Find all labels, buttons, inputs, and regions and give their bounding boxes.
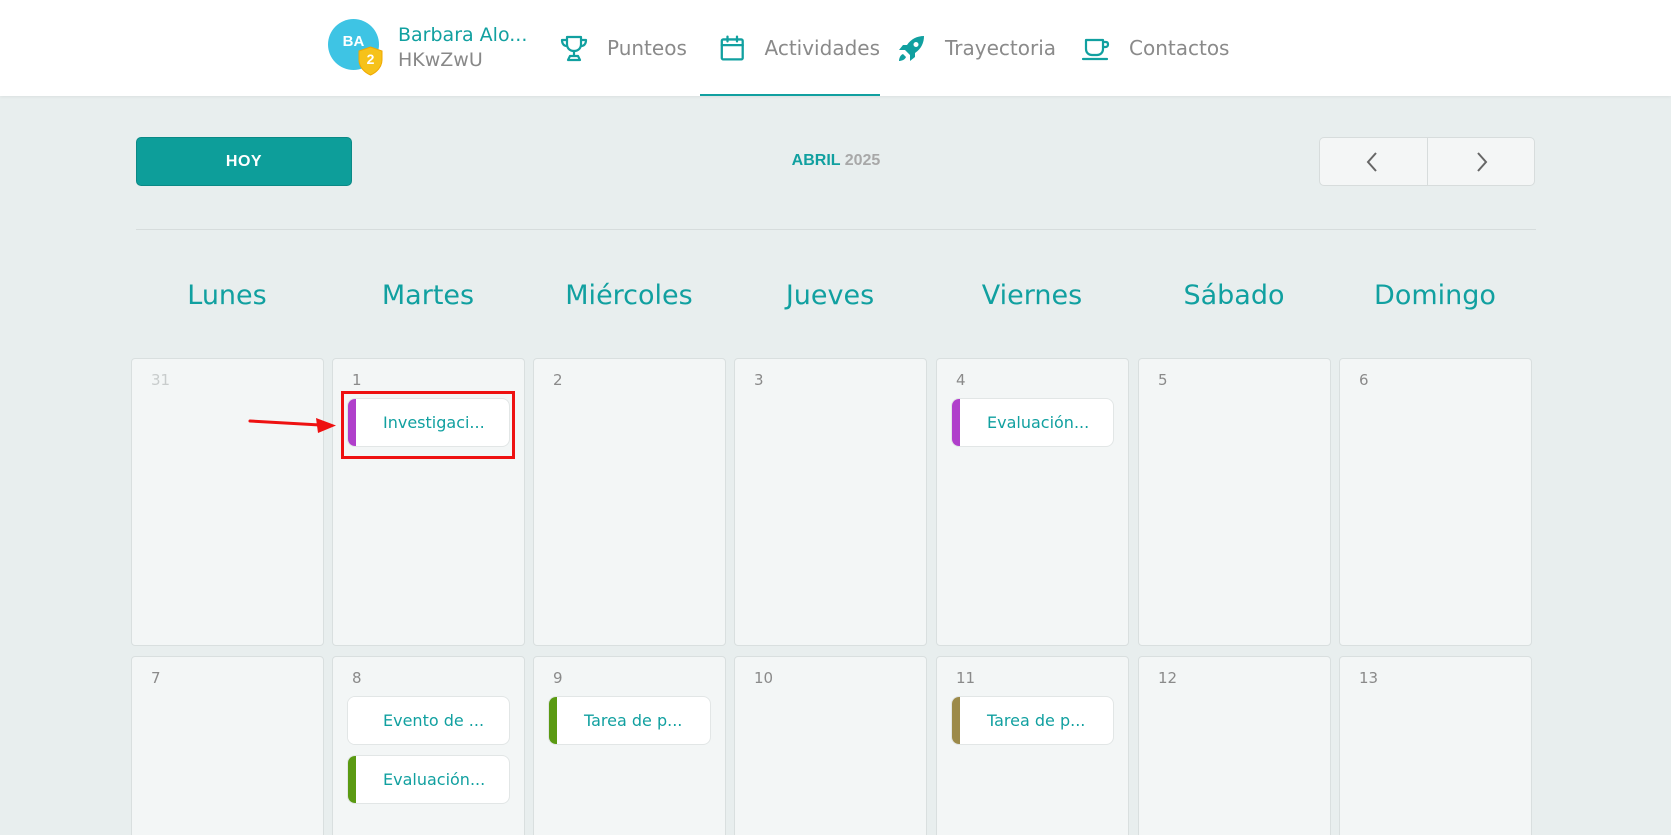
calendar-day-cell[interactable]: 12 <box>1138 656 1331 835</box>
rocket-icon <box>899 36 924 61</box>
nav-item-trayectoria[interactable]: Trayectoria <box>897 0 1056 96</box>
calendar-day-cell[interactable]: 31 <box>131 358 324 646</box>
event-color-bar <box>348 756 356 803</box>
day-number: 31 <box>151 371 171 389</box>
day-number: 13 <box>1359 669 1379 687</box>
arrow-right-icon <box>248 418 336 433</box>
event-color-bar <box>348 697 356 744</box>
calendar-day-cell[interactable]: 10 <box>734 656 927 835</box>
event-color-bar <box>549 697 557 744</box>
top-navigation-bar: BA 2 Barbara Alo... HKwZwU Punteos Activ… <box>0 0 1671 96</box>
nav-item-contactos[interactable]: Contactos <box>1081 0 1229 96</box>
weekday-label: Viernes <box>981 280 1083 311</box>
calendar-event[interactable]: Evaluación... <box>951 398 1114 447</box>
weekday-label: Lunes <box>187 280 267 311</box>
event-label: Evaluación... <box>383 770 486 789</box>
profile-name[interactable]: Barbara Alo... <box>398 24 527 46</box>
calendar-day-cell[interactable]: 7 <box>131 656 324 835</box>
day-number: 6 <box>1359 371 1369 389</box>
calendar-day-cell[interactable]: 4 Evaluación... <box>936 358 1129 646</box>
weekday-label: Miércoles <box>565 280 693 311</box>
nav-item-punteos[interactable]: Punteos <box>559 0 687 96</box>
month-pager <box>1319 137 1535 186</box>
event-label: Evento de ... <box>383 711 485 730</box>
event-label: Evaluación... <box>987 413 1090 432</box>
day-number: 8 <box>352 669 362 687</box>
calendar-day-cell[interactable]: 9 Tarea de p... <box>533 656 726 835</box>
calendar-event[interactable]: Evento de ... <box>347 696 510 745</box>
calendar-event[interactable]: Tarea de p... <box>548 696 711 745</box>
next-month-button[interactable] <box>1426 138 1535 185</box>
calendar-day-cell[interactable]: 2 <box>533 358 726 646</box>
day-number: 5 <box>1158 371 1168 389</box>
chevron-right-icon <box>1477 151 1488 172</box>
coffee-cup-icon <box>1081 38 1110 61</box>
day-number: 12 <box>1158 669 1178 687</box>
weekday-label: Sábado <box>1183 280 1285 311</box>
event-color-bar <box>952 399 960 446</box>
trophy-icon <box>560 35 588 62</box>
level-number: 2 <box>366 51 375 67</box>
profile-code: HKwZwU <box>398 49 483 71</box>
day-number: 3 <box>754 371 764 389</box>
nav-item-actividades[interactable]: Actividades <box>700 0 880 96</box>
current-month-label: ABRIL 2025 <box>736 152 936 170</box>
weekday-label: Martes <box>381 280 475 311</box>
nav-label: Actividades <box>764 36 881 60</box>
day-number: 9 <box>553 669 563 687</box>
nav-label: Punteos <box>607 36 687 60</box>
day-number: 1 <box>352 371 362 389</box>
calendar-day-cell[interactable]: 8 Evento de ... Evaluación... <box>332 656 525 835</box>
event-color-bar <box>952 697 960 744</box>
highlight-box <box>341 391 515 459</box>
day-number: 10 <box>754 669 774 687</box>
calendar-icon <box>720 35 744 61</box>
calendar-day-cell[interactable]: 3 <box>734 358 927 646</box>
event-label: Tarea de p... <box>987 711 1086 730</box>
previous-month-button[interactable] <box>1320 138 1427 185</box>
calendar-day-cell[interactable]: 6 <box>1339 358 1532 646</box>
nav-label: Trayectoria <box>945 36 1057 60</box>
calendar-event[interactable]: Tarea de p... <box>951 696 1114 745</box>
month-year: 2025 <box>844 152 881 169</box>
day-number: 7 <box>151 669 161 687</box>
month-name: ABRIL <box>791 152 841 169</box>
weekday-label: Domingo <box>1374 280 1496 311</box>
calendar-day-cell[interactable]: 13 <box>1339 656 1532 835</box>
nav-label: Contactos <box>1129 36 1230 60</box>
calendar-event[interactable]: Evaluación... <box>347 755 510 804</box>
day-number: 11 <box>956 669 976 687</box>
today-button[interactable]: HOY <box>136 137 352 186</box>
chevron-left-icon <box>1366 151 1377 172</box>
calendar-day-cell[interactable]: 5 <box>1138 358 1331 646</box>
level-badge: 2 <box>357 46 384 76</box>
event-label: Tarea de p... <box>584 711 683 730</box>
toolbar-divider <box>136 229 1536 230</box>
day-number: 2 <box>553 371 563 389</box>
weekday-label: Jueves <box>785 280 875 311</box>
day-number: 4 <box>956 371 966 389</box>
calendar-day-cell[interactable]: 11 Tarea de p... <box>936 656 1129 835</box>
